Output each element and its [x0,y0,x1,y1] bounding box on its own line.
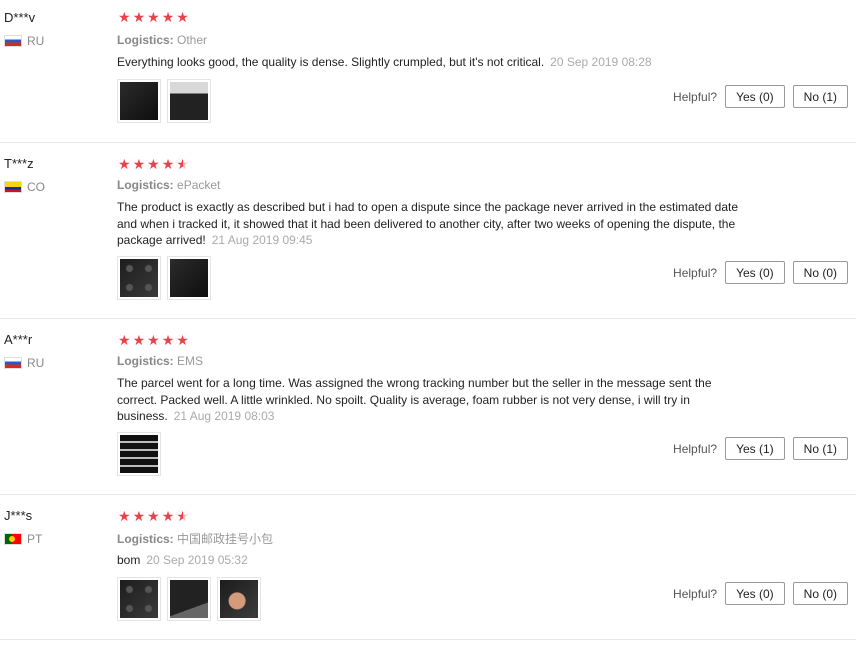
helpful-yes-button[interactable]: Yes (0) [725,85,785,108]
star-icon: ★ [132,508,146,524]
review-item: A***r RU ★ ★ ★ ★ ★ Logistics: EMS The pa… [0,319,856,495]
reviewer-country: PT [4,532,42,546]
review-date: 20 Sep 2019 08:28 [550,55,652,69]
review-photo-thumbnail[interactable] [117,256,161,300]
logistics-value: ePacket [177,178,221,192]
helpful-label: Helpful? [673,441,718,456]
reviewer-name: T***z [4,156,34,171]
star-icon: ★ [132,156,146,172]
helpful-no-button[interactable]: No (1) [792,437,848,460]
reviewer-country: RU [4,34,44,48]
star-icon: ★ [132,9,146,25]
flag-icon [4,533,22,545]
review-item: T***z CO ★ ★ ★ ★ ★ Logistics: ePacket Th… [0,143,856,319]
review-date: 21 Aug 2019 09:45 [211,233,313,247]
helpful-yes-button[interactable]: Yes (0) [725,582,785,605]
review-date: 21 Aug 2019 08:03 [173,409,275,423]
star-icon: ★ [132,332,146,348]
review-text: The parcel went for a long time. Was ass… [117,375,747,425]
rating-stars: ★ ★ ★ ★ ★ [118,157,189,171]
star-icon: ★ [161,332,175,348]
review-body: bom [117,553,141,567]
review-photo-thumbnail[interactable] [117,79,161,123]
review-body: The product is exactly as described but … [117,200,739,247]
star-icon: ★ [147,156,160,172]
review-photos [117,79,211,123]
helpful-yes-button[interactable]: Yes (0) [725,261,785,284]
review-photo-thumbnail[interactable] [217,577,261,621]
star-icon: ★ [118,508,131,524]
flag-icon [4,357,22,369]
logistics-info: Logistics: EMS [117,354,203,368]
helpful-votes: Helpful? Yes (0) No (1) [673,85,848,108]
logistics-label: Logistics: [117,354,174,368]
review-photos [117,432,161,476]
logistics-label: Logistics: [117,33,174,47]
review-photos [117,256,211,300]
country-code: CO [27,180,45,194]
review-photo-thumbnail[interactable] [167,79,211,123]
review-text: bom 20 Sep 2019 05:32 [117,552,747,569]
helpful-label: Helpful? [673,265,718,280]
star-icon: ★ [147,9,160,25]
star-icon: ★ [161,508,175,524]
star-icon: ★ [176,332,189,348]
country-code: PT [27,532,43,546]
reviewer-country: RU [4,356,44,370]
review-photo-thumbnail[interactable] [167,256,211,300]
helpful-label: Helpful? [673,89,718,104]
logistics-value: 中国邮政挂号小包 [177,532,274,546]
star-icon: ★ [176,9,189,25]
helpful-yes-button[interactable]: Yes (1) [725,437,785,460]
half-star-icon: ★ [176,156,189,172]
review-date: 20 Sep 2019 05:32 [146,553,248,567]
logistics-label: Logistics: [117,532,174,546]
logistics-info: Logistics: Other [117,33,207,47]
review-text: Everything looks good, the quality is de… [117,54,747,71]
rating-stars: ★ ★ ★ ★ ★ [118,333,189,347]
helpful-no-button[interactable]: No (0) [792,261,848,284]
reviewer-country: CO [4,180,45,194]
rating-stars: ★ ★ ★ ★ ★ [118,509,189,523]
star-icon: ★ [147,332,160,348]
star-icon: ★ [118,9,131,25]
logistics-info: Logistics: ePacket [117,178,220,192]
star-icon: ★ [161,9,175,25]
star-icon: ★ [147,508,160,524]
helpful-no-button[interactable]: No (1) [792,85,848,108]
country-code: RU [27,34,45,48]
reviewer-name: J***s [4,508,33,523]
review-item: J***s PT ★ ★ ★ ★ ★ Logistics: 中国邮政挂号小包 b… [0,495,856,640]
logistics-info: Logistics: 中国邮政挂号小包 [117,530,273,547]
country-code: RU [27,356,45,370]
review-photo-thumbnail[interactable] [117,432,161,476]
review-photos [117,577,261,621]
star-icon: ★ [118,332,131,348]
reviewer-name: D***v [4,10,36,25]
reviewer-name: A***r [4,332,33,347]
review-photo-thumbnail[interactable] [167,577,211,621]
rating-stars: ★ ★ ★ ★ ★ [118,10,189,24]
helpful-votes: Helpful? Yes (0) No (0) [673,261,848,284]
flag-icon [4,35,22,47]
helpful-no-button[interactable]: No (0) [792,582,848,605]
half-star-icon: ★ [176,508,189,524]
review-item: D***v RU ★ ★ ★ ★ ★ Logistics: Other Ever… [0,0,856,143]
helpful-votes: Helpful? Yes (1) No (1) [673,437,848,460]
logistics-label: Logistics: [117,178,174,192]
review-body: Everything looks good, the quality is de… [117,55,545,69]
logistics-value: EMS [177,354,204,368]
review-photo-thumbnail[interactable] [117,577,161,621]
star-icon: ★ [118,156,131,172]
logistics-value: Other [177,33,208,47]
star-icon: ★ [161,156,175,172]
flag-icon [4,181,22,193]
helpful-votes: Helpful? Yes (0) No (0) [673,582,848,605]
helpful-label: Helpful? [673,586,718,601]
review-text: The product is exactly as described but … [117,199,747,249]
